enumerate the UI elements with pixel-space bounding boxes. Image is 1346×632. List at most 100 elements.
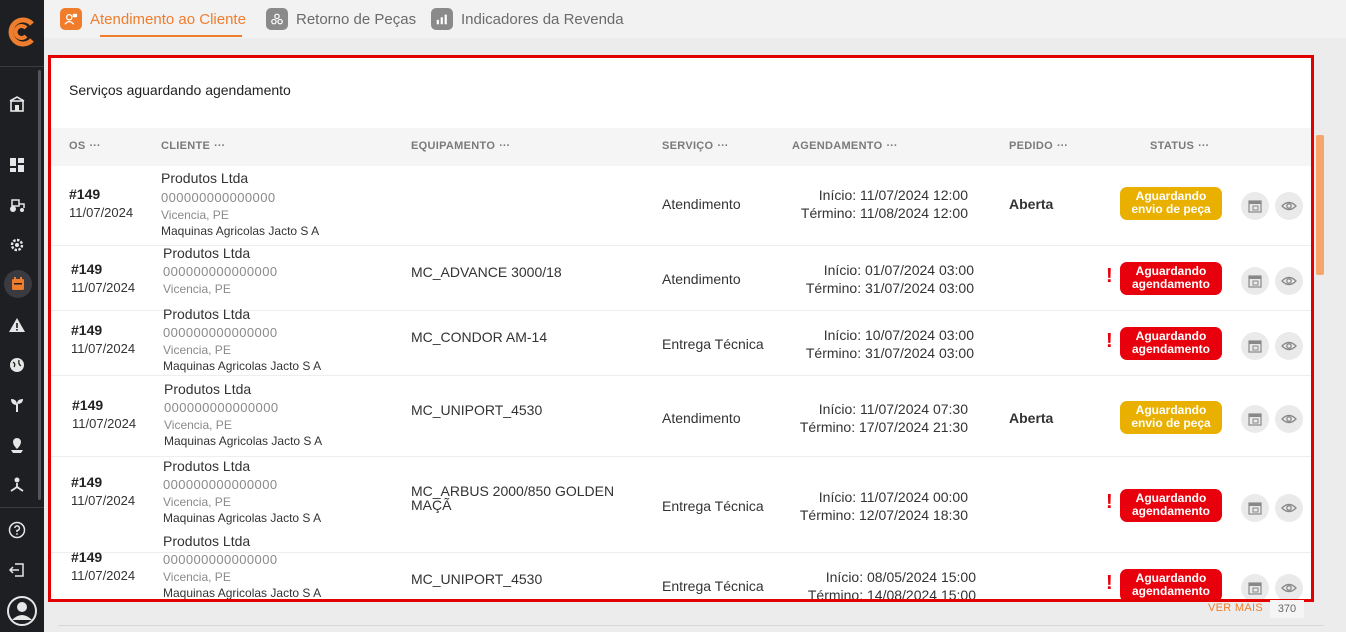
service-type: Atendimento: [662, 410, 741, 426]
column-menu-icon[interactable]: ···: [1198, 140, 1209, 152]
view-button[interactable]: [1275, 192, 1303, 220]
end-value: 14/08/2024 15:00: [867, 587, 976, 602]
service-type: Atendimento: [662, 196, 741, 212]
footer-divider: [58, 625, 1324, 626]
alert-icon: !: [1106, 572, 1113, 594]
schedule-button[interactable]: [1241, 405, 1269, 433]
equipment: MC_ADVANCE 3000/18: [411, 264, 562, 280]
location-icon[interactable]: [8, 436, 26, 454]
os-date: 11/07/2024: [69, 205, 134, 220]
column-menu-icon[interactable]: ···: [214, 140, 225, 152]
table-row[interactable]: #149 11/07/2024 Produtos Ltda 0000000000…: [51, 377, 1311, 457]
column-header-os[interactable]: OS ···: [69, 140, 101, 152]
view-button[interactable]: [1275, 332, 1303, 360]
client-document: 000000000000000: [164, 400, 279, 415]
page-scrollbar[interactable]: [1316, 135, 1324, 275]
schedule-button[interactable]: [1241, 332, 1269, 360]
building-icon[interactable]: [8, 95, 26, 113]
table-row[interactable]: #149 11/07/2024 Produtos Ltda 0000000000…: [51, 245, 1311, 311]
service-type: Entrega Técnica: [662, 336, 764, 352]
eye-icon: [1281, 414, 1297, 424]
column-menu-icon[interactable]: ···: [90, 140, 101, 152]
end-label: Término:: [805, 345, 862, 361]
column-menu-icon[interactable]: ···: [1057, 140, 1068, 152]
logout-icon[interactable]: [8, 561, 26, 579]
start-value: 08/05/2024 15:00: [867, 569, 976, 585]
tab-indicadores-da-revenda[interactable]: Indicadores da Revenda: [431, 5, 624, 33]
schedule-button[interactable]: [1241, 574, 1269, 599]
os-number: #149: [69, 186, 101, 202]
active-tab-indicator: [100, 35, 242, 37]
client-name: Produtos Ltda: [161, 170, 249, 186]
schedule-button[interactable]: [1241, 267, 1269, 295]
column-label: AGENDAMENTO: [792, 140, 883, 152]
start-label: Início:: [825, 569, 864, 585]
column-menu-icon[interactable]: ···: [717, 140, 728, 152]
column-header-pedido[interactable]: PEDIDO ···: [1009, 140, 1068, 152]
column-header-cliente[interactable]: CLIENTE ···: [161, 140, 225, 152]
table-header: OS ··· CLIENTE ··· EQUIPAMENTO ··· SERVIÇO ·…: [51, 128, 1311, 166]
column-header-equipamento[interactable]: EQUIPAMENTO ···: [411, 140, 510, 152]
end-value: 11/08/2024 12:00: [860, 205, 968, 221]
schedule-start: Início: 11/07/2024 07:30: [792, 401, 968, 417]
client-name: Produtos Ltda: [163, 245, 251, 261]
calendar-icon[interactable]: [4, 270, 32, 298]
start-value: 11/07/2024 12:00: [860, 187, 968, 203]
start-value: 01/07/2024 03:00: [865, 262, 974, 278]
client-city: Vicencia, PE: [163, 495, 231, 509]
user-avatar-icon[interactable]: [6, 595, 38, 627]
os-number: #149: [71, 261, 103, 277]
org-chart-icon[interactable]: [8, 476, 26, 494]
client-document: 000000000000000: [163, 325, 278, 340]
equipment: MC_CONDOR AM-14: [411, 329, 548, 345]
tab-atendimento-ao-cliente[interactable]: Atendimento ao Cliente: [60, 5, 246, 33]
status-badge: Aguardando agendamento: [1120, 569, 1222, 599]
scheduling-card: Serviços aguardando agendamento OS ··· CL…: [48, 55, 1314, 602]
view-button[interactable]: [1275, 494, 1303, 522]
equipment: MC_UNIPORT_4530: [411, 402, 543, 418]
view-button[interactable]: [1275, 405, 1303, 433]
start-value: 11/07/2024 07:30: [860, 401, 968, 417]
globe-icon[interactable]: [8, 356, 26, 374]
app-logo[interactable]: [6, 16, 38, 48]
column-menu-icon[interactable]: ···: [887, 140, 898, 152]
status-badge: Aguardando agendamento: [1120, 327, 1222, 360]
calendar-icon: [1248, 275, 1262, 288]
schedule-end: Término: 12/07/2024 18:30: [792, 507, 968, 523]
schedule-start: Início: 11/07/2024 00:00: [792, 489, 968, 505]
column-label: PEDIDO: [1009, 140, 1053, 152]
calendar-icon: [1248, 200, 1262, 213]
os-date: 11/07/2024: [71, 280, 136, 295]
schedule-end: Término: 14/08/2024 15:00: [792, 587, 976, 602]
table-row[interactable]: #149 11/07/2024 Produtos Ltda 0000000000…: [51, 533, 1311, 602]
column-header-status[interactable]: STATUS ···: [1150, 140, 1209, 152]
column-header-agendamento[interactable]: AGENDAMENTO ···: [792, 140, 898, 152]
service-type: Entrega Técnica: [662, 578, 764, 594]
eye-icon: [1281, 503, 1297, 513]
os-date: 11/07/2024: [72, 416, 137, 431]
schedule-start: Início: 08/05/2024 15:00: [792, 569, 976, 585]
table-row[interactable]: #149 11/07/2024 Produtos Ltda 0000000000…: [51, 166, 1311, 246]
dashboard-icon[interactable]: [8, 156, 26, 174]
help-icon[interactable]: [8, 521, 26, 539]
tractor-icon[interactable]: [8, 196, 26, 214]
sidebar-scrollbar[interactable]: [38, 70, 41, 500]
warning-icon[interactable]: [8, 316, 26, 334]
os-date: 11/07/2024: [71, 568, 136, 583]
tab-retorno-de-pecas[interactable]: Retorno de Peças: [266, 5, 416, 33]
view-button[interactable]: [1275, 574, 1303, 599]
schedule-button[interactable]: [1241, 494, 1269, 522]
schedule-button[interactable]: [1241, 192, 1269, 220]
view-button[interactable]: [1275, 267, 1303, 295]
parts-return-icon: [266, 8, 288, 30]
table-row[interactable]: #149 11/07/2024 Produtos Ltda 0000000000…: [51, 306, 1311, 376]
column-header-servico[interactable]: SERVIÇO ···: [662, 140, 728, 152]
settings-icon[interactable]: [8, 236, 26, 254]
status-badge: Aguardando envio de peça: [1120, 401, 1222, 434]
os-number: #149: [71, 322, 103, 338]
end-label: Término:: [799, 419, 856, 435]
column-menu-icon[interactable]: ···: [499, 140, 510, 152]
ver-mais-link[interactable]: VER MAIS: [1208, 602, 1263, 614]
service-type: Entrega Técnica: [662, 498, 764, 514]
plant-icon[interactable]: [8, 396, 26, 414]
